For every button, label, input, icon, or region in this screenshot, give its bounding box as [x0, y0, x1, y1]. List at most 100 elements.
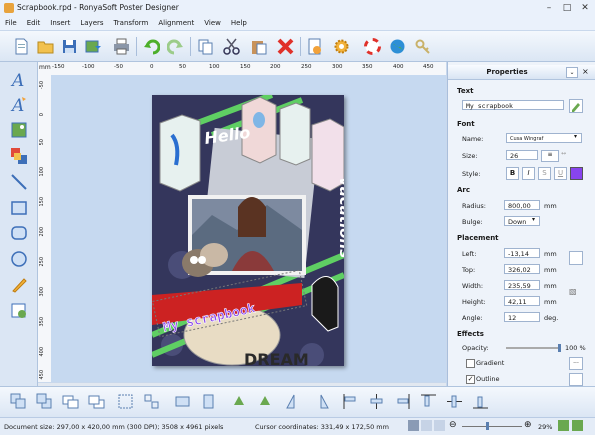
ruler-unit: mm — [39, 64, 51, 71]
italic-button[interactable]: I — [522, 167, 535, 180]
save-icon[interactable] — [61, 38, 78, 55]
title-bar: Scrapbook.rpd - RonyaSoft Poster Designe… — [0, 0, 595, 18]
bring-to-front-icon[interactable] — [10, 393, 27, 410]
send-backward-icon[interactable] — [88, 393, 105, 410]
redo-icon[interactable] — [167, 38, 184, 55]
menu-file[interactable]: File — [0, 17, 22, 27]
rotate-right-icon[interactable] — [257, 393, 274, 410]
zoom-out-icon[interactable]: ⊖ — [449, 420, 457, 430]
align-right-icon[interactable] — [394, 393, 411, 410]
align-bottom-icon[interactable] — [472, 393, 489, 410]
curved-text-tool-icon[interactable]: A — [10, 95, 28, 113]
image-tool-icon[interactable] — [10, 121, 28, 139]
menu-transform[interactable]: Transform — [109, 17, 154, 27]
letter-spacing-icon[interactable]: ↔ — [561, 150, 566, 157]
paste-icon[interactable] — [250, 38, 267, 55]
rectangle-tool-icon[interactable] — [10, 199, 28, 217]
bring-forward-icon[interactable] — [62, 393, 79, 410]
menu-layers[interactable]: Layers — [75, 17, 108, 27]
export-image-icon[interactable] — [85, 38, 102, 55]
bold-button[interactable]: B — [506, 167, 519, 180]
text-value-input[interactable]: My scrapbook — [462, 100, 564, 110]
app-icon — [4, 3, 14, 13]
text-color-swatch[interactable] — [570, 167, 583, 180]
mask-tool-icon[interactable] — [10, 302, 28, 320]
menu-view[interactable]: View — [199, 17, 226, 27]
view-mode-icon[interactable] — [408, 420, 419, 431]
align-top-icon[interactable] — [420, 393, 437, 410]
radius-input[interactable]: 800,00 — [504, 200, 540, 210]
ruler-tick: 300 — [332, 64, 343, 70]
ungroup-icon[interactable] — [143, 393, 160, 410]
align-left-icon[interactable] — [342, 393, 359, 410]
group-icon[interactable] — [117, 393, 134, 410]
gradient-settings-button[interactable]: ... — [569, 357, 583, 370]
menu-help[interactable]: Help — [226, 17, 252, 27]
close-button[interactable]: ✕ — [578, 2, 592, 14]
align-middle-icon[interactable] — [446, 393, 463, 410]
font-name-select[interactable]: Cusa Wingraf — [506, 133, 582, 143]
print-icon[interactable] — [113, 38, 130, 55]
register-key-icon[interactable] — [415, 38, 432, 55]
line-spacing-icon[interactable]: ≡ — [541, 150, 559, 162]
open-folder-icon[interactable] — [37, 38, 54, 55]
menu-insert[interactable]: Insert — [45, 17, 75, 27]
font-size-select[interactable]: 26 — [506, 150, 538, 160]
left-input[interactable]: -13,14 — [504, 248, 540, 258]
design-canvas[interactable]: Hello vacations DREAM My scrapbook — [51, 75, 446, 382]
gradient-checkbox[interactable] — [466, 359, 475, 368]
align-center-icon[interactable] — [368, 393, 385, 410]
font-dropdown-chevron-icon[interactable]: ▾ — [574, 133, 577, 140]
copy-icon[interactable] — [197, 38, 214, 55]
outline-checkbox[interactable]: ✓ — [466, 375, 475, 384]
opacity-slider[interactable] — [506, 347, 560, 349]
panel-close-icon[interactable]: × — [582, 67, 589, 76]
ruler-tick: 100 — [39, 167, 45, 177]
opacity-slider-handle[interactable] — [558, 344, 561, 352]
maximize-button[interactable]: □ — [560, 2, 574, 14]
outline-settings-button[interactable] — [569, 373, 583, 386]
text-tool-icon[interactable]: A — [10, 70, 28, 88]
strikeout-button[interactable]: S — [538, 167, 551, 180]
zoom-in-icon[interactable]: ⊕ — [524, 420, 532, 430]
undo-icon[interactable] — [143, 38, 160, 55]
zoom-slider[interactable] — [462, 426, 522, 427]
flip-vertical-icon[interactable] — [312, 393, 329, 410]
delete-icon[interactable] — [277, 38, 294, 55]
view-mode-icon[interactable] — [421, 420, 432, 431]
top-input[interactable]: 326,02 — [504, 264, 540, 274]
settings-gear-icon[interactable] — [333, 38, 350, 55]
angle-input[interactable]: 12 — [504, 312, 540, 322]
view-mode-icon[interactable] — [434, 420, 445, 431]
poster-page[interactable]: Hello vacations DREAM My scrapbook — [152, 95, 344, 366]
fit-width-icon[interactable] — [174, 393, 191, 410]
underline-button[interactable]: U — [554, 167, 567, 180]
width-input[interactable]: 235,59 — [504, 280, 540, 290]
zoom-slider-handle[interactable] — [486, 422, 489, 430]
document-properties-icon[interactable] — [306, 38, 323, 55]
flip-horizontal-icon[interactable] — [286, 393, 303, 410]
pencil-tool-icon[interactable] — [10, 276, 28, 294]
rounded-rectangle-tool-icon[interactable] — [10, 224, 28, 242]
new-document-icon[interactable] — [13, 38, 30, 55]
bulge-dropdown-chevron-icon[interactable]: ▾ — [532, 216, 535, 223]
lock-aspect-icon[interactable]: ▧ — [569, 287, 577, 296]
actual-size-icon[interactable] — [572, 420, 583, 431]
cut-icon[interactable] — [223, 38, 240, 55]
anchor-position-icon[interactable] — [569, 251, 583, 265]
fit-height-icon[interactable] — [200, 393, 217, 410]
menu-edit[interactable]: Edit — [22, 17, 46, 27]
height-input[interactable]: 42,11 — [504, 296, 540, 306]
ellipse-tool-icon[interactable] — [10, 250, 28, 268]
menu-alignment[interactable]: Alignment — [153, 17, 199, 27]
clipart-tool-icon[interactable] — [10, 147, 28, 165]
edit-text-icon[interactable] — [569, 99, 583, 113]
line-tool-icon[interactable] — [10, 173, 28, 191]
rotate-left-icon[interactable] — [231, 393, 248, 410]
fit-page-icon[interactable] — [558, 420, 569, 431]
help-lifebuoy-icon[interactable] — [364, 38, 381, 55]
minimize-button[interactable]: – — [542, 2, 556, 14]
panel-menu-chevron-icon[interactable]: ⌄ — [566, 67, 578, 78]
web-globe-icon[interactable] — [389, 38, 406, 55]
send-to-back-icon[interactable] — [36, 393, 53, 410]
